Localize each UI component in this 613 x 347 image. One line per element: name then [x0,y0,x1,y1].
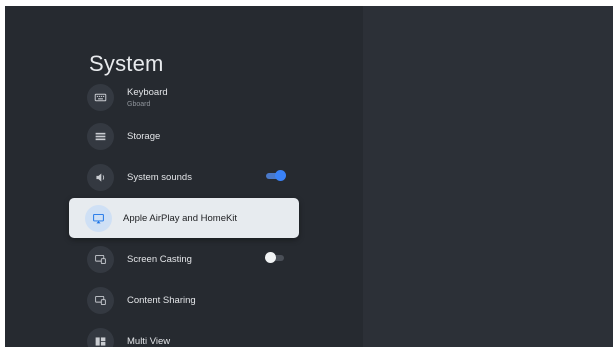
menu-item-multi-view[interactable]: Multi View [87,325,292,347]
toggle-knob [275,170,286,181]
cast-icon [87,245,114,273]
keyboard-label: Keyboard [127,86,168,98]
menu-item-system-sounds[interactable]: System sounds [87,161,292,193]
menu-item-content-sharing[interactable]: Content Sharing [87,284,292,316]
menu-item-airplay-homekit[interactable]: Apple AirPlay and HomeKit [69,198,299,238]
menu-item-screen-casting[interactable]: Screen Casting [87,243,292,275]
screen-casting-label: Screen Casting [127,253,192,265]
system-sounds-label: System sounds [127,171,192,183]
cast-icon [87,286,114,314]
screen-casting-toggle[interactable] [265,252,284,263]
multi-view-label: Multi View [127,335,171,347]
keyboard-icon [87,83,114,111]
menu-item-storage[interactable]: Storage [87,120,292,152]
page-title: System [89,51,164,76]
detail-pane [363,6,613,347]
airplay-label: Apple AirPlay and HomeKit [123,212,238,224]
toggle-knob [265,252,276,263]
storage-label: Storage [127,130,161,142]
storage-list-icon [87,122,114,150]
menu-item-keyboard[interactable]: Keyboard Gboard [87,81,292,113]
system-sounds-toggle[interactable] [266,170,286,181]
airplay-icon [85,204,112,232]
content-sharing-label: Content Sharing [127,294,196,306]
tv-screen: System Keyboard Gboard Storage System so… [5,6,613,347]
speaker-icon [87,163,114,191]
keyboard-sublabel: Gboard [127,100,151,108]
multi-view-icon [87,327,114,347]
